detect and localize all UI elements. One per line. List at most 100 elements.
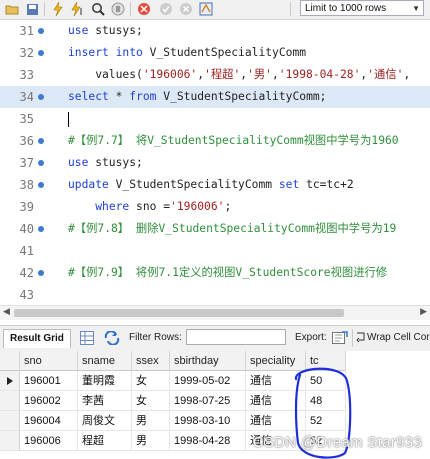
statement-marker-icon	[38, 138, 44, 144]
export-label: Export:	[295, 332, 327, 343]
table-cell-sno[interactable]: 196004	[20, 411, 78, 431]
code-text: #【例7.9】 将例7.1定义的视图V_StudentScore视图进行修	[68, 262, 387, 284]
table-cell-sno[interactable]: 196001	[20, 371, 78, 391]
code-token: from	[129, 90, 157, 103]
watermark: CSDN @Dream Star933	[252, 434, 422, 451]
grid-view-icon[interactable]	[80, 331, 94, 347]
line-number: 41	[19, 244, 34, 258]
statement-marker-icon	[38, 226, 44, 232]
table-cell-sname[interactable]: 李茜	[78, 391, 132, 411]
code-text: update V_StudentSpecialityComm set tc=tc…	[68, 174, 354, 196]
table-cell-ssex[interactable]: 女	[132, 371, 170, 391]
table-cell-tc[interactable]: 48	[306, 391, 346, 411]
column-header-sno[interactable]: sno	[20, 351, 78, 371]
line-number: 33	[19, 68, 34, 82]
auto-commit-icon[interactable]	[198, 1, 214, 17]
table-cell-tc[interactable]: 52	[306, 411, 346, 431]
table-cell-sbirthday[interactable]: 1998-03-10	[170, 411, 246, 431]
wrap-cell-icon[interactable]	[356, 331, 366, 347]
table-cell-sno[interactable]: 196006	[20, 431, 78, 451]
code-token: '196006'	[170, 200, 225, 213]
table-cell-speciality[interactable]: 通信	[246, 411, 306, 431]
editor-horizontal-scrollbar[interactable]: ◀ ▶	[0, 305, 430, 320]
filter-rows-input[interactable]	[186, 329, 286, 345]
scrollbar-thumb[interactable]	[14, 309, 344, 317]
code-token: select	[68, 90, 109, 103]
inspect-icon[interactable]	[90, 1, 106, 17]
column-header-tc[interactable]: tc	[306, 351, 346, 371]
code-line[interactable]: 43	[0, 284, 430, 302]
export-icon[interactable]	[332, 330, 348, 346]
column-header-sname[interactable]: sname	[78, 351, 132, 371]
code-text: use stusys;	[68, 20, 143, 42]
current-row-icon	[7, 377, 13, 385]
result-grid-tab[interactable]: Result Grid	[3, 329, 71, 348]
code-line[interactable]: 41	[0, 240, 430, 262]
column-header-ssex[interactable]: ssex	[132, 351, 170, 371]
code-line[interactable]: 35	[0, 108, 430, 130]
table-cell-ssex[interactable]: 女	[132, 391, 170, 411]
folder-open-icon[interactable]	[4, 1, 20, 17]
column-header-speciality[interactable]: speciality	[246, 351, 306, 371]
code-line[interactable]: 34 select * from V_StudentSpecialityComm;	[0, 86, 430, 108]
table-cell-sname[interactable]: 董明霞	[78, 371, 132, 391]
cancel-icon[interactable]	[178, 1, 194, 17]
column-header-sbirthday[interactable]: sbirthday	[170, 351, 246, 371]
code-token: V_StudentSpecialityComm;	[156, 90, 327, 103]
code-text: #【例7.8】 删除V_StudentSpecialityComm视图中学号为1…	[68, 218, 396, 240]
code-text: select * from V_StudentSpecialityComm;	[68, 86, 326, 108]
code-text: where sno ='196006';	[68, 196, 231, 218]
flash-icon[interactable]	[50, 1, 66, 17]
commit-check-icon[interactable]	[158, 1, 174, 17]
table-cell-ssex[interactable]: 男	[132, 411, 170, 431]
line-number: 38	[19, 178, 34, 192]
table-cell-sbirthday[interactable]: 1999-05-02	[170, 371, 246, 391]
clear-search-icon[interactable]	[136, 1, 152, 17]
code-token: set	[278, 178, 300, 191]
limit-rows-select[interactable]: Limit to 1000 rows ▼	[300, 0, 424, 16]
chevron-down-icon: ▼	[412, 4, 420, 13]
line-number: 34	[19, 90, 34, 104]
code-text: insert into V_StudentSpecialityComm	[68, 42, 306, 64]
code-line[interactable]: 31 use stusys;	[0, 20, 430, 42]
code-line[interactable]: 32 insert into V_StudentSpecialityComm	[0, 42, 430, 64]
table-cell-sname[interactable]: 程超	[78, 431, 132, 451]
row-marker[interactable]	[0, 411, 20, 431]
toolbar-separator	[352, 329, 353, 347]
flash-cursor-icon[interactable]	[70, 1, 86, 17]
row-marker[interactable]	[0, 371, 20, 391]
row-marker[interactable]	[0, 431, 20, 451]
table-cell-sno[interactable]: 196002	[20, 391, 78, 411]
table-cell-speciality[interactable]: 通信	[246, 371, 306, 391]
code-line[interactable]: 39 where sno ='196006';	[0, 196, 430, 218]
code-text: use stusys;	[68, 152, 143, 174]
table-cell-tc[interactable]: 50	[306, 371, 346, 391]
code-token: insert into	[68, 46, 143, 59]
sql-editor[interactable]: 31 use stusys; 32 insert into V_StudentSpec…	[0, 20, 430, 302]
table-cell-sbirthday[interactable]: 1998-07-25	[170, 391, 246, 411]
code-token: where	[95, 200, 130, 213]
scroll-right-icon[interactable]: ▶	[420, 307, 427, 317]
code-text: values('196006','程超','男','1998-04-28','通…	[68, 64, 410, 86]
code-token: #【例7.8】 删除V_StudentSpecialityComm视图中学号为1…	[68, 222, 397, 235]
table-cell-ssex[interactable]: 男	[132, 431, 170, 451]
code-line[interactable]: 33 values('196006','程超','男','1998-04-28'…	[0, 64, 430, 86]
save-icon[interactable]	[24, 1, 40, 17]
table-cell-sbirthday[interactable]: 1998-04-28	[170, 431, 246, 451]
scroll-left-icon[interactable]: ◀	[3, 307, 10, 317]
refresh-icon[interactable]	[104, 330, 120, 347]
table-cell-speciality[interactable]: 通信	[246, 391, 306, 411]
code-token: update	[68, 178, 109, 191]
statement-marker-icon	[38, 182, 44, 188]
code-line[interactable]: 40 #【例7.8】 删除V_StudentSpecialityComm视图中学号…	[0, 218, 430, 240]
code-line[interactable]: 38 update V_StudentSpecialityComm set tc=…	[0, 174, 430, 196]
row-marker[interactable]	[0, 391, 20, 411]
code-line[interactable]: 42 #【例7.9】 将例7.1定义的视图V_StudentScore视图进行修	[0, 262, 430, 284]
code-line[interactable]: 37 use stusys;	[0, 152, 430, 174]
table-cell-sname[interactable]: 周俊文	[78, 411, 132, 431]
code-token: use	[68, 156, 89, 169]
code-token: '1998-04-28'	[278, 68, 361, 81]
hand-stop-icon[interactable]	[110, 1, 126, 17]
filter-rows-label: Filter Rows:	[129, 332, 182, 343]
code-line[interactable]: 36 #【例7.7】 将V_StudentSpecialityComm视图中学号为…	[0, 130, 430, 152]
